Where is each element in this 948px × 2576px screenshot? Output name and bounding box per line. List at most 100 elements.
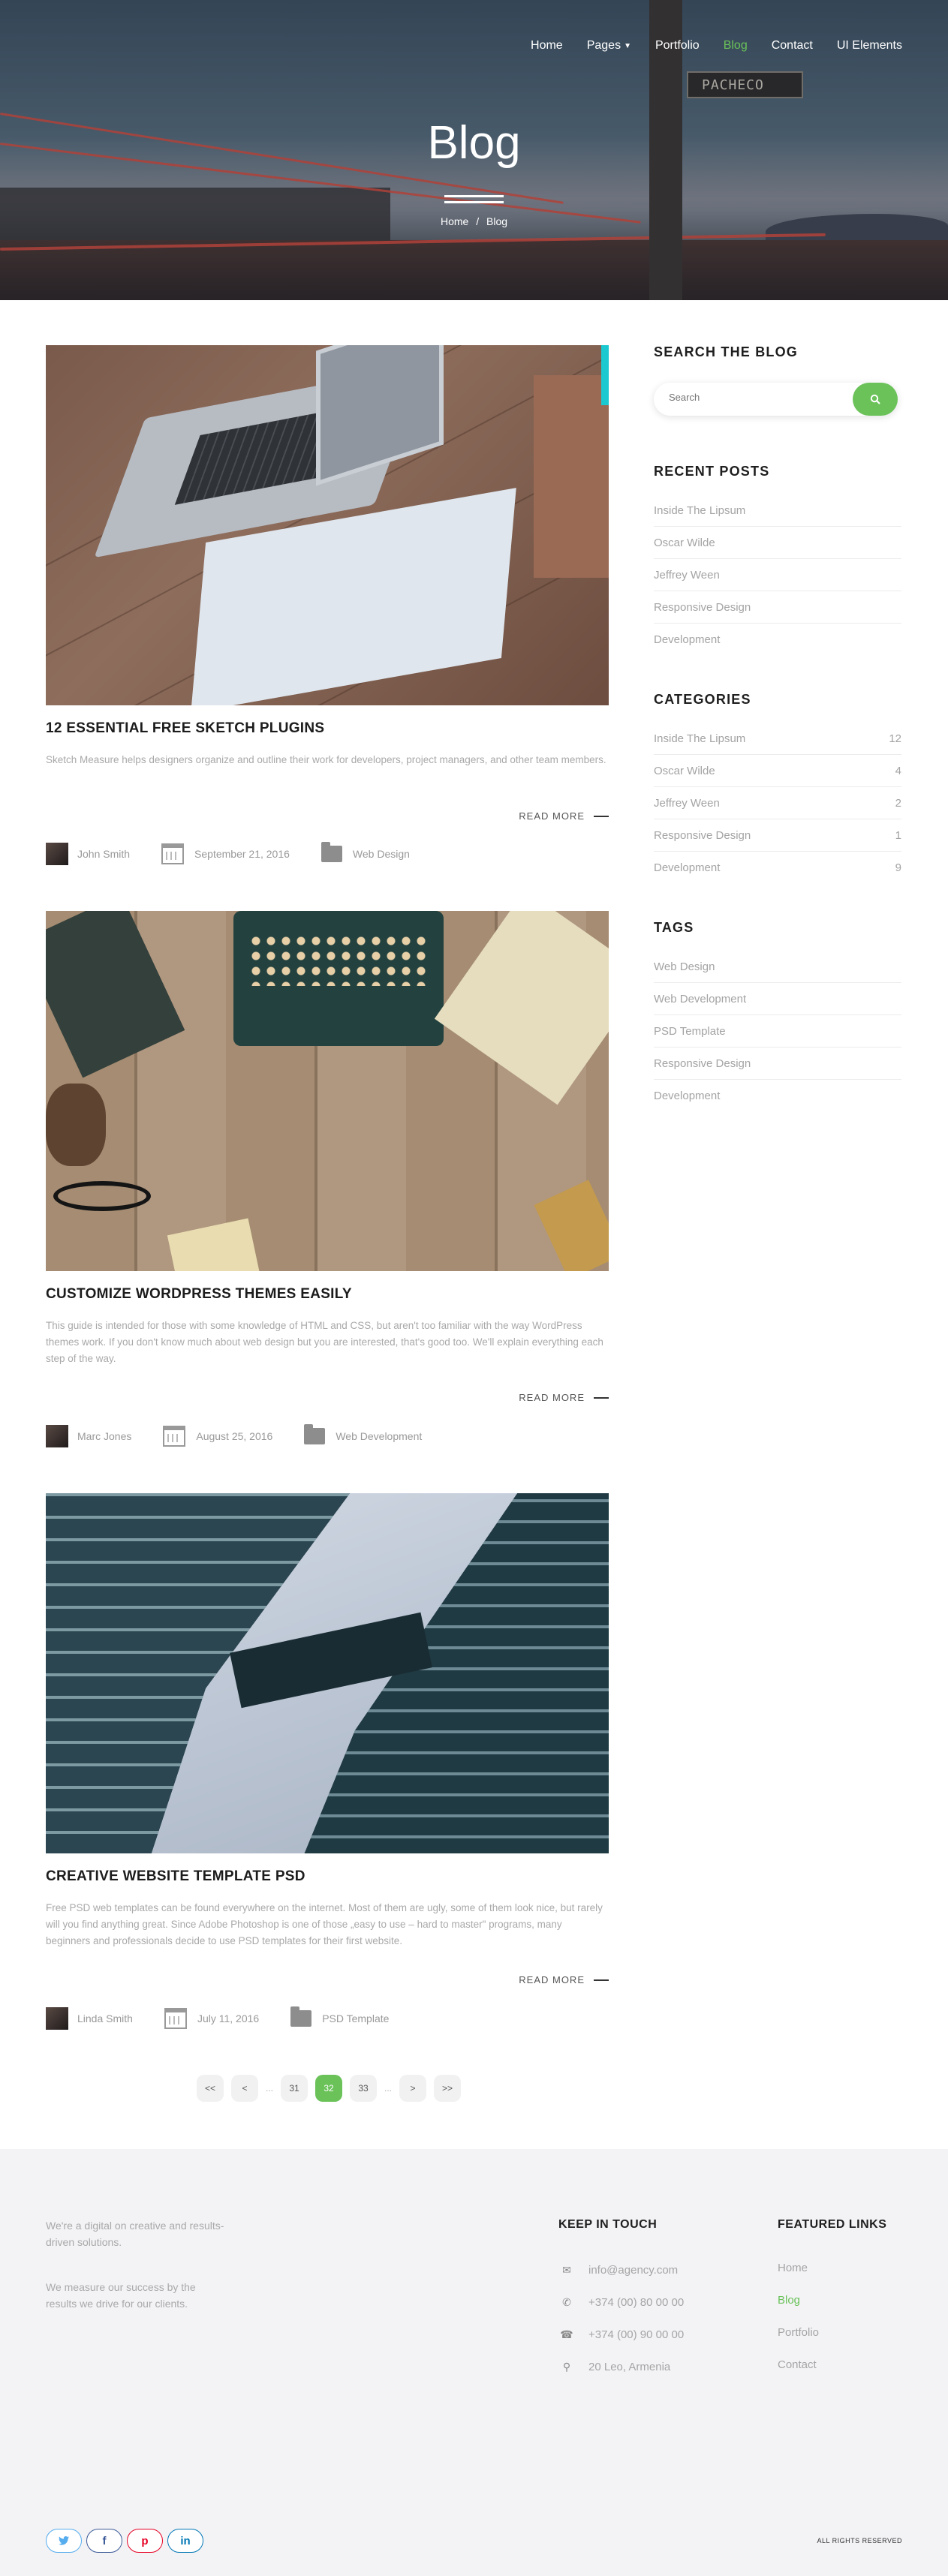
recent-post-item[interactable]: Jeffrey Ween bbox=[654, 559, 901, 591]
recent-post-item[interactable]: Inside The Lipsum bbox=[654, 494, 901, 527]
post-title[interactable]: CREATIVE WEBSITE TEMPLATE PSD bbox=[46, 1868, 305, 1885]
breadcrumb-home[interactable]: Home bbox=[441, 215, 468, 227]
post-author[interactable]: Marc Jones bbox=[77, 1430, 131, 1442]
page-prev-button[interactable]: < bbox=[231, 2075, 258, 2102]
footer-about-2: We measure our success by the results we… bbox=[46, 2281, 196, 2310]
envelope-icon: ✉ bbox=[562, 2263, 571, 2276]
post-excerpt: Sketch Measure helps designers organize … bbox=[46, 754, 606, 765]
category-name: Oscar Wilde bbox=[654, 764, 715, 777]
page-ellipsis: ... bbox=[266, 2083, 274, 2094]
post-title[interactable]: 12 ESSENTIAL FREE SKETCH PLUGINS bbox=[46, 720, 324, 737]
recent-posts-title: RECENT POSTS bbox=[654, 464, 770, 479]
recent-post-item[interactable]: Development bbox=[654, 624, 901, 656]
post-image-typewriter[interactable] bbox=[46, 911, 609, 1271]
search-button[interactable] bbox=[853, 383, 898, 416]
category-item[interactable]: Inside The Lipsum 12 bbox=[654, 723, 901, 755]
nav-item-portfolio[interactable]: Portfolio bbox=[655, 39, 700, 53]
post-author[interactable]: John Smith bbox=[77, 848, 130, 860]
featured-links-title: FEATURED LINKS bbox=[778, 2218, 887, 2231]
page-31-button[interactable]: 31 bbox=[281, 2075, 308, 2102]
post-category[interactable]: Web Development bbox=[336, 1430, 422, 1442]
title-divider bbox=[444, 195, 504, 197]
footer-link-home[interactable]: Home bbox=[778, 2262, 808, 2274]
folder-icon bbox=[321, 842, 342, 862]
post-title[interactable]: CUSTOMIZE WORDPRESS THEMES EASILY bbox=[46, 1286, 352, 1303]
facebook-icon[interactable]: f bbox=[86, 2529, 122, 2553]
search-box bbox=[654, 383, 898, 416]
category-item[interactable]: Development 9 bbox=[654, 852, 901, 884]
post-author[interactable]: Linda Smith bbox=[77, 2012, 133, 2024]
category-count: 1 bbox=[895, 828, 901, 842]
contact-address-text: 20 Leo, Armenia bbox=[588, 2360, 671, 2373]
hero-banner: PACHECO Home Pages ▼ Portfolio Blog Cont… bbox=[0, 0, 948, 300]
post-excerpt: Free PSD web templates can be found ever… bbox=[46, 1902, 603, 1946]
tag-item[interactable]: Development bbox=[654, 1080, 901, 1112]
contact-phone[interactable]: ✆ +374 (00) 80 00 00 bbox=[558, 2294, 684, 2310]
pinterest-icon[interactable]: p bbox=[127, 2529, 163, 2553]
search-input[interactable] bbox=[669, 392, 819, 403]
tag-item[interactable]: Responsive Design bbox=[654, 1048, 901, 1080]
contact-email-text: info@agency.com bbox=[588, 2263, 679, 2277]
category-item[interactable]: Jeffrey Ween 2 bbox=[654, 787, 901, 819]
search-title: SEARCH THE BLOG bbox=[654, 344, 799, 359]
folder-icon bbox=[304, 1424, 326, 1444]
read-more-link[interactable]: READ MORE bbox=[519, 1974, 609, 1985]
recent-post-item[interactable]: Oscar Wilde bbox=[654, 527, 901, 559]
post-date: September 21, 2016 bbox=[194, 848, 290, 860]
category-name: Development bbox=[654, 861, 721, 874]
read-more-link[interactable]: READ MORE bbox=[519, 1392, 609, 1403]
categories-list: Inside The Lipsum 12 Oscar Wilde 4 Jeffrey… bbox=[654, 723, 901, 884]
category-item[interactable]: Responsive Design 1 bbox=[654, 819, 901, 852]
contact-fax-text: +374 (00) 90 00 00 bbox=[588, 2328, 685, 2341]
tag-item[interactable]: PSD Template bbox=[654, 1015, 901, 1048]
post-image-laptop[interactable] bbox=[46, 345, 609, 705]
read-more-label: READ MORE bbox=[519, 1392, 585, 1403]
avatar bbox=[46, 2007, 68, 2030]
page-ellipsis: ... bbox=[384, 2083, 393, 2094]
footer-link-portfolio[interactable]: Portfolio bbox=[778, 2326, 819, 2339]
nav-item-contact[interactable]: Contact bbox=[772, 39, 813, 53]
map-pin-icon: ⚲ bbox=[562, 2360, 571, 2373]
post-image-buildings[interactable] bbox=[46, 1493, 609, 1853]
tag-item[interactable]: Web Development bbox=[654, 983, 901, 1015]
nav-item-home[interactable]: Home bbox=[531, 39, 563, 53]
recent-post-item[interactable]: Responsive Design bbox=[654, 591, 901, 624]
keep-in-touch-title: KEEP IN TOUCH bbox=[558, 2218, 658, 2231]
breadcrumb-current: Blog bbox=[486, 215, 508, 227]
page-next-button[interactable]: > bbox=[399, 2075, 427, 2102]
page-last-button[interactable]: >> bbox=[434, 2075, 462, 2102]
nav-item-ui-elements[interactable]: UI Elements bbox=[837, 39, 902, 53]
page-first-button[interactable]: << bbox=[197, 2075, 224, 2102]
category-count: 4 bbox=[895, 764, 901, 777]
nav-item-pages[interactable]: Pages ▼ bbox=[587, 39, 631, 53]
calendar-icon bbox=[164, 2008, 187, 2029]
post-excerpt: This guide is intended for those with so… bbox=[46, 1320, 603, 1364]
avatar bbox=[46, 843, 68, 865]
breadcrumb-separator: / bbox=[476, 215, 480, 227]
post-category[interactable]: PSD Template bbox=[322, 2012, 389, 2024]
contact-email[interactable]: ✉ info@agency.com bbox=[558, 2262, 678, 2278]
category-name: Responsive Design bbox=[654, 828, 751, 842]
category-name: Jeffrey Ween bbox=[654, 796, 720, 810]
page-33-button[interactable]: 33 bbox=[350, 2075, 378, 2102]
contact-fax[interactable]: ☎ +374 (00) 90 00 00 bbox=[558, 2326, 684, 2343]
tag-item[interactable]: Web Design bbox=[654, 951, 901, 983]
category-item[interactable]: Oscar Wilde 4 bbox=[654, 755, 901, 787]
page-32-button[interactable]: 32 bbox=[315, 2075, 343, 2102]
footer-link-contact[interactable]: Contact bbox=[778, 2358, 817, 2371]
page-title: Blog bbox=[427, 117, 521, 169]
nav-item-blog[interactable]: Blog bbox=[724, 39, 748, 53]
phone-icon: ✆ bbox=[562, 2295, 571, 2308]
category-count: 2 bbox=[895, 796, 901, 810]
read-more-label: READ MORE bbox=[519, 810, 585, 822]
read-more-link[interactable]: READ MORE bbox=[519, 810, 609, 822]
footer-link-blog[interactable]: Blog bbox=[778, 2294, 800, 2307]
linkedin-icon[interactable]: in bbox=[167, 2529, 203, 2553]
twitter-icon[interactable] bbox=[46, 2529, 82, 2553]
breadcrumb: Home / Blog bbox=[0, 215, 948, 227]
pagination: << < ... 31 32 33 ... > >> bbox=[197, 2075, 468, 2102]
post-meta: Linda Smith July 11, 2016 PSD Template bbox=[46, 2006, 389, 2030]
blog-post: CUSTOMIZE WORDPRESS THEMES EASILY This g… bbox=[46, 911, 609, 1459]
post-category[interactable]: Web Design bbox=[353, 848, 410, 860]
blog-post: CREATIVE WEBSITE TEMPLATE PSD Free PSD w… bbox=[46, 1493, 609, 2041]
